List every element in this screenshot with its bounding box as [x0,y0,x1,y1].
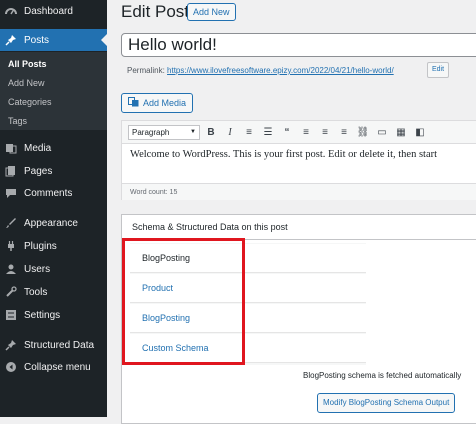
add-media-button[interactable]: Add Media [121,93,194,113]
format-select-value: Paragraph [132,127,170,137]
sidebar-item-label: Settings [24,309,61,321]
collapse-icon [4,360,18,374]
sidebar-item-comments[interactable]: Comments [0,182,107,204]
sidebar-item-label: Collapse menu [24,361,91,373]
align-left-icon[interactable]: ≡ [298,124,314,140]
media-icon [4,141,18,155]
bulleted-list-icon[interactable]: ≡ [241,124,257,140]
sidebar-item-label: Users [24,263,51,275]
permalink-label: Permalink: [127,66,165,75]
sidebar-item-posts[interactable]: Posts [0,29,107,51]
edit-permalink-button[interactable]: Edit [427,62,450,78]
pin-icon [4,33,18,47]
admin-sidebar: Dashboard Posts All Posts Add New Catego… [0,0,107,417]
classic-editor: Paragraph ▼ B I ≡ ☰ “ ≡ ≡ ≡ ⛓ ▭ ▦ ◧ Welc… [121,120,476,200]
sidebar-item-label: Tools [24,286,48,298]
sidebar-item-appearance[interactable]: Appearance [0,212,107,234]
appearance-icon [4,216,18,230]
comments-icon [4,186,18,200]
sidebar-item-label: Appearance [24,217,78,229]
sidebar-item-structured-data[interactable]: Structured Data [0,334,107,356]
sidebar-item-tools[interactable]: Tools [0,281,107,303]
posts-submenu: All Posts Add New Categories Tags [0,52,107,130]
schema-note: BlogPosting schema is fetched automatica… [303,371,462,380]
post-title-input[interactable]: Hello world! [121,33,476,57]
sidebar-item-settings[interactable]: Settings [0,304,107,326]
submenu-categories[interactable]: Categories [8,97,52,107]
format-select[interactable]: Paragraph ▼ [128,124,200,140]
sidebar-item-label: Media [24,142,52,154]
modify-schema-button[interactable]: Modify BlogPosting Schema Output [317,393,456,413]
link-icon[interactable]: ⛓ [355,124,371,140]
align-right-icon[interactable]: ≡ [336,124,352,140]
editor-toolbar: Paragraph ▼ B I ≡ ☰ “ ≡ ≡ ≡ ⛓ ▭ ▦ ◧ [122,121,476,144]
numbered-list-icon[interactable]: ☰ [260,124,276,140]
plugins-icon [4,239,18,253]
chevron-down-icon: ▼ [190,129,196,135]
toolbar-toggle-icon[interactable]: ▦ [393,124,409,140]
add-new-button[interactable]: Add New [187,3,236,21]
blockquote-icon[interactable]: “ [279,124,295,140]
tools-icon [4,285,18,299]
sidebar-item-users[interactable]: Users [0,258,107,280]
sidebar-item-dashboard[interactable]: Dashboard [0,0,107,22]
permalink: Permalink: https://www.ilovefreesoftware… [127,66,394,75]
users-icon [4,262,18,276]
align-center-icon[interactable]: ≡ [317,124,333,140]
schema-metabox-header: Schema & Structured Data on this post [122,215,476,240]
page-title: Edit Post [121,2,190,21]
submenu-all-posts[interactable]: All Posts [8,59,47,69]
pin-icon [4,338,18,352]
sidebar-item-label: Plugins [24,240,57,252]
dashboard-icon [4,4,18,18]
sidebar-item-label: Comments [24,187,73,199]
bold-icon[interactable]: B [203,124,219,140]
highlight-box [122,238,245,365]
sidebar-item-label: Posts [24,34,50,46]
sidebar-item-collapse[interactable]: Collapse menu [0,356,107,378]
plugin-icon[interactable]: ◧ [412,124,428,140]
sidebar-item-label: Structured Data [24,339,95,351]
submenu-tags[interactable]: Tags [8,116,27,126]
permalink-link[interactable]: https://www.ilovefreesoftware.epizy.com/… [167,66,394,75]
word-count: Word count: 15 [122,183,476,200]
sidebar-item-label: Dashboard [24,5,73,17]
add-media-label: Add Media [143,98,187,108]
sidebar-item-label: Pages [24,165,53,177]
more-tag-icon[interactable]: ▭ [374,124,390,140]
submenu-add-new[interactable]: Add New [8,78,45,88]
settings-icon [4,308,18,322]
italic-icon[interactable]: I [222,124,238,140]
sidebar-item-plugins[interactable]: Plugins [0,235,107,257]
sidebar-item-media[interactable]: Media [0,137,107,159]
sidebar-item-pages[interactable]: Pages [0,160,107,182]
media-icon [128,97,139,109]
pages-icon [4,164,18,178]
editor-content[interactable]: Welcome to WordPress. This is your first… [122,143,476,183]
